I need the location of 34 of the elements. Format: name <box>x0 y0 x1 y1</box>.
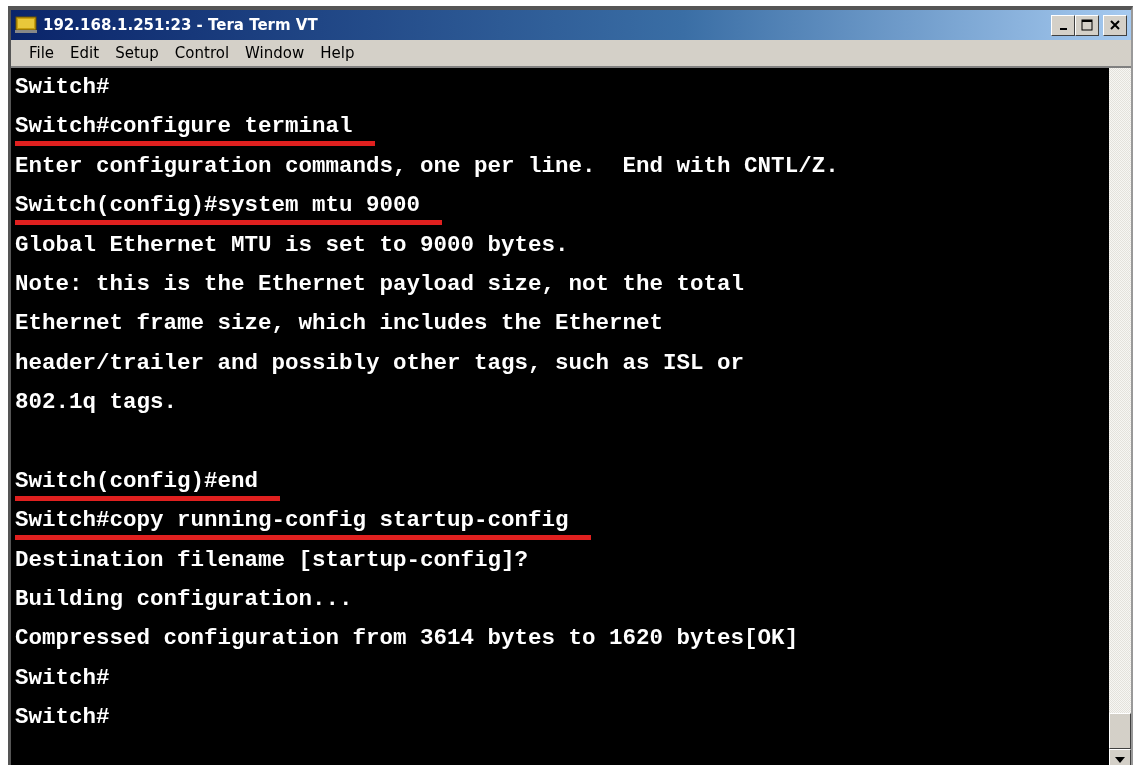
terminal-line: Switch# <box>15 663 110 693</box>
scroll-down-button[interactable] <box>1109 749 1131 765</box>
menu-item[interactable]: File <box>21 41 63 65</box>
terminal-line: Compressed configuration from 3614 bytes to 1620 bytes[OK] <box>15 624 799 654</box>
close-icon <box>1110 20 1120 30</box>
scrollbar[interactable] <box>1109 68 1131 765</box>
terminal-line: Switch(config)#system mtu 9000 <box>15 190 443 226</box>
terminal-line: Switch#configure terminal <box>15 111 375 147</box>
scrollbar-thumb[interactable] <box>1109 713 1131 749</box>
terminal-line: Destination filename [startup-config]? <box>15 545 529 575</box>
terminal-app-icon <box>15 16 37 34</box>
maximize-button[interactable] <box>1075 14 1099 36</box>
terminal-line: Switch(config)#end <box>15 465 281 501</box>
maximize-icon <box>1081 19 1093 31</box>
terminal-line: Global Ethernet MTU is set to 9000 bytes. <box>15 230 569 260</box>
menu-item[interactable]: Setup <box>107 41 167 65</box>
menu-item[interactable]: Edit <box>62 41 108 65</box>
terminal-line: 802.1q tags. <box>15 388 178 418</box>
terminal-line: Enter configuration commands, one per line. End with CNTL/Z. <box>15 151 839 181</box>
terminal-line: Switch# <box>15 73 110 102</box>
terminal-line: Note: this is the Ethernet payload size, not the total <box>15 269 745 299</box>
terminal-line: Switch# <box>15 703 110 733</box>
close-button[interactable] <box>1103 14 1127 36</box>
minimize-icon <box>1059 28 1067 30</box>
down-arrow-icon <box>1115 757 1125 763</box>
menu-item[interactable]: Help <box>312 41 363 65</box>
menu-item[interactable]: Window <box>237 41 313 65</box>
menu-item[interactable]: Control <box>166 41 238 65</box>
minimize-button[interactable] <box>1051 14 1075 36</box>
terminal-line: header/trailer and possibly other tags, such as ISL or <box>15 348 745 378</box>
terminal-line: Ethernet frame size, which includes the Ethernet <box>15 309 664 339</box>
window-title: 192.168.1.251:23 - Tera Term VT <box>43 14 318 36</box>
terminal-line: Switch#copy running-config startup-config <box>15 505 591 541</box>
terminal-line: Building configuration... <box>15 585 353 615</box>
